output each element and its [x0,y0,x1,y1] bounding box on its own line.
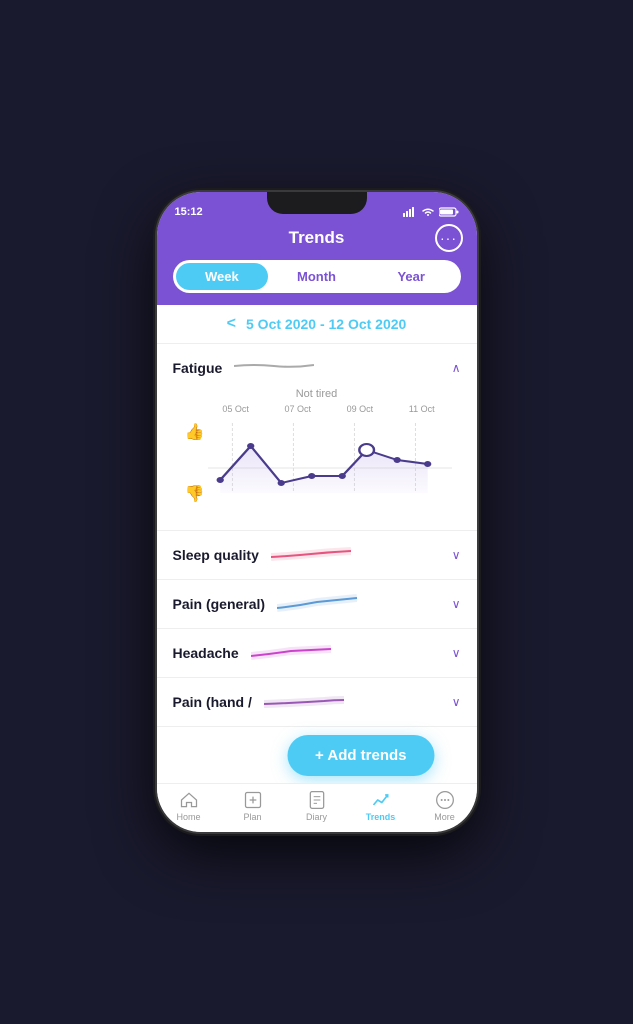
headache-expand-icon: ∨ [452,646,461,660]
pain-general-label: Pain (general) [173,596,266,612]
x-label-0: 05 Oct [222,404,249,414]
diary-icon [307,790,327,810]
time: 15:12 [175,206,203,218]
content-area: < 5 Oct 2020 - 12 Oct 2020 Fatigue ∧ [157,305,477,783]
pain-hand-header[interactable]: Pain (hand / ∨ [173,690,461,714]
pain-hand-preview [264,690,440,714]
nav-trends-label: Trends [366,812,396,822]
x-label-1: 07 Oct [284,404,311,414]
trends-icon [371,790,391,810]
nav-plan[interactable]: Plan [221,790,285,822]
wifi-icon [421,207,435,217]
fatigue-preview [234,356,439,380]
tab-week[interactable]: Week [176,263,269,290]
thumbs-column: 👍 👎 [181,418,209,508]
fatigue-chart-expanded: Not tired 05 Oct 07 Oct 09 Oct 11 Oct 👍 … [173,380,461,518]
pain-general-header[interactable]: Pain (general) ∨ [173,592,461,616]
pain-hand-expand-icon: ∨ [452,695,461,709]
more-options-button[interactable]: ··· [435,224,463,252]
chart-x-labels: 05 Oct 07 Oct 09 Oct 11 Oct [181,404,453,414]
headache-label: Headache [173,645,239,661]
tab-year[interactable]: Year [365,263,458,290]
metric-pain-hand: Pain (hand / ∨ [157,678,477,727]
more-nav-icon [435,790,455,810]
page-title: Trends [289,228,345,248]
nav-trends[interactable]: Trends [349,790,413,822]
status-icons [403,207,459,217]
pain-general-expand-icon: ∨ [452,597,461,611]
fatigue-header[interactable]: Fatigue ∧ [173,356,461,380]
plan-icon [243,790,263,810]
fatigue-expand-icon: ∧ [452,361,461,375]
sleep-preview [271,543,440,567]
battery-icon [439,207,459,217]
headache-preview [251,641,440,665]
metric-fatigue: Fatigue ∧ Not tired 05 Oct 07 [157,344,477,531]
tab-bar-container: Week Month Year [157,260,477,305]
notch [267,192,367,214]
date-navigation: < 5 Oct 2020 - 12 Oct 2020 [157,305,477,344]
phone-screen: 15:12 [157,192,477,832]
header: Trends ··· [157,222,477,260]
thumbs-down-icon: 👎 [185,484,205,504]
period-tab-switcher: Week Month Year [173,260,461,293]
thumbs-up-icon: 👍 [185,422,205,442]
phone-frame: 15:12 [157,192,477,832]
sleep-quality-label: Sleep quality [173,547,259,563]
headache-header[interactable]: Headache ∨ [173,641,461,665]
home-icon [179,790,199,810]
fatigue-top-label: Not tired [173,388,461,400]
tab-month[interactable]: Month [270,263,363,290]
metric-sleep-quality: Sleep quality ∨ [157,531,477,580]
signal-icon [403,207,417,217]
x-label-2: 09 Oct [347,404,374,414]
nav-home[interactable]: Home [157,790,221,822]
pain-hand-label: Pain (hand / [173,694,252,710]
date-range-label: 5 Oct 2020 - 12 Oct 2020 [246,316,406,332]
fatigue-label: Fatigue [173,360,223,376]
nav-plan-label: Plan [243,812,261,822]
fatigue-chart-svg [208,418,452,508]
add-trends-button[interactable]: + Add trends [287,735,435,776]
sleep-expand-icon: ∨ [452,548,461,562]
nav-more[interactable]: More [413,790,477,822]
nav-diary[interactable]: Diary [285,790,349,822]
fatigue-chart-container: 05 Oct 07 Oct 09 Oct 11 Oct 👍 👎 [173,404,461,518]
metric-headache: Headache ∨ [157,629,477,678]
chart-area: 👍 👎 [181,418,453,518]
nav-more-label: More [434,812,455,822]
pain-general-preview [277,592,440,616]
add-trends-area: + Add trends [157,735,477,783]
nav-diary-label: Diary [306,812,327,822]
metric-pain-general: Pain (general) ∨ [157,580,477,629]
prev-date-button[interactable]: < [227,315,236,333]
sleep-quality-header[interactable]: Sleep quality ∨ [173,543,461,567]
nav-home-label: Home [176,812,200,822]
x-label-3: 11 Oct [409,404,435,414]
bottom-navigation: Home Plan Diary [157,783,477,832]
